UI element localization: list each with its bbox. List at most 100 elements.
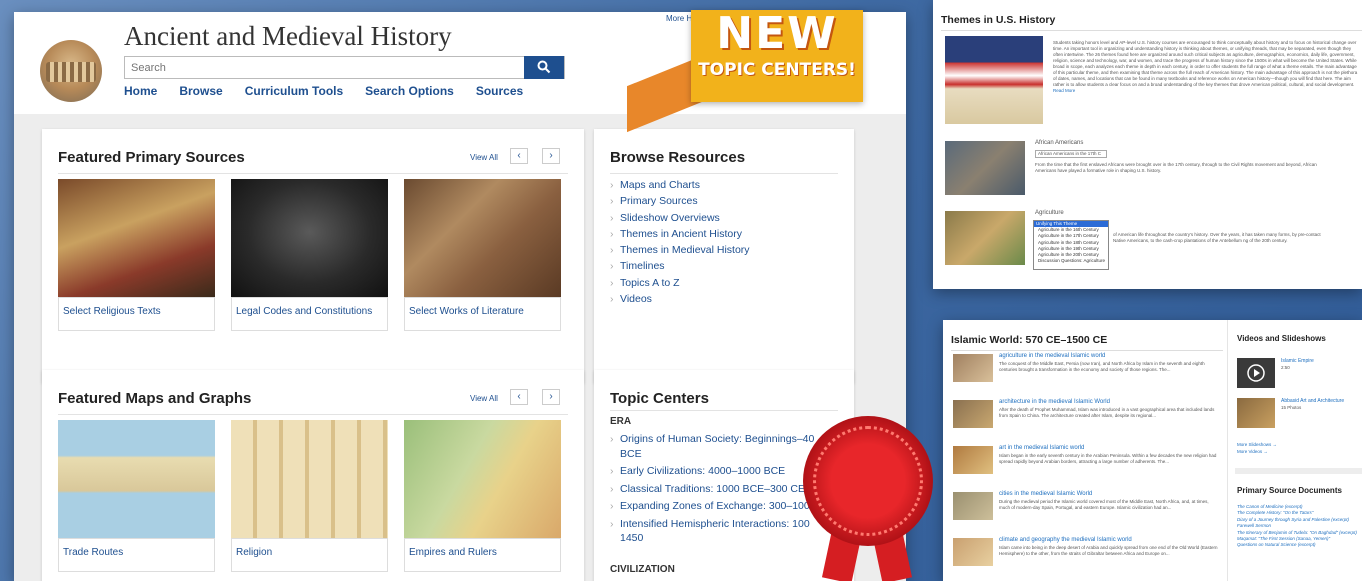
- entry-text: Islam came into being in the deep desert…: [999, 545, 1218, 556]
- nav-browse[interactable]: Browse: [179, 84, 222, 98]
- banner-line-2: TOPIC CENTERS!: [698, 60, 856, 80]
- banner-line-1: NEW: [716, 8, 838, 59]
- era-item[interactable]: Origins of Human Society: Beginnings–40 …: [610, 432, 830, 461]
- african-americans-title[interactable]: African Americans: [1035, 140, 1083, 146]
- legal-codes-link[interactable]: Legal Codes and Constitutions: [231, 297, 388, 331]
- card-title: Featured Primary Sources: [58, 149, 245, 166]
- entry-image: [953, 446, 993, 474]
- site-title: Ancient and Medieval History: [124, 21, 452, 51]
- psd-item[interactable]: Questions on Natural Science (excerpt): [1237, 542, 1362, 548]
- more-link[interactable]: More H: [666, 14, 692, 23]
- legal-codes-image[interactable]: [231, 179, 388, 297]
- view-all-link[interactable]: View All: [470, 153, 498, 162]
- browse-item[interactable]: Themes in Ancient History: [610, 228, 750, 244]
- browse-item[interactable]: Topics A to Z: [610, 277, 750, 293]
- era-item[interactable]: Early Civilizations: 4000–1000 BCE: [610, 464, 830, 479]
- nav-search-options[interactable]: Search Options: [365, 84, 454, 98]
- search-icon: [537, 60, 551, 74]
- browse-item[interactable]: Primary Sources: [610, 195, 750, 211]
- slideshow-link[interactable]: Abbasid Art and Architecture: [1281, 398, 1344, 404]
- next-arrow-icon[interactable]: ›: [542, 148, 560, 164]
- trade-routes-link[interactable]: Trade Routes: [58, 538, 215, 572]
- award-rosette-icon: [803, 416, 933, 546]
- works-of-literature-image[interactable]: [404, 179, 561, 297]
- prev-arrow-icon[interactable]: ‹: [510, 148, 528, 164]
- featured-primary-sources-card: Featured Primary Sources View All ‹ › Se…: [42, 129, 584, 383]
- card-title: Browse Resources: [610, 149, 746, 166]
- us-history-panel: Themes in U.S. History Students taking h…: [933, 0, 1362, 289]
- islamic-world-panel: Islamic World: 570 CE–1500 CE agricultur…: [943, 320, 1362, 581]
- video-thumbnail[interactable]: [1237, 358, 1275, 388]
- slideshow-thumbnail[interactable]: [1237, 398, 1275, 428]
- african-americans-select[interactable]: African Americans in the 17th C: [1035, 150, 1107, 158]
- prev-arrow-icon[interactable]: ‹: [510, 389, 528, 405]
- browse-item[interactable]: Maps and Charts: [610, 179, 750, 195]
- divider: [58, 173, 568, 174]
- select-religious-texts-link[interactable]: Select Religious Texts: [58, 297, 215, 331]
- entry-image: [953, 538, 993, 566]
- entry-text: The conquest of the Middle East, Persia …: [999, 361, 1205, 372]
- video-meta: 2:50: [1281, 365, 1290, 370]
- dropdown-option[interactable]: Agriculture in the 18th Century: [1034, 240, 1108, 246]
- panel-title: Themes in U.S. History: [941, 14, 1056, 26]
- civilization-heading: CIVILIZATION: [610, 564, 675, 575]
- video-link[interactable]: Islamic Empire: [1281, 358, 1314, 364]
- view-all-link[interactable]: View All: [470, 394, 498, 403]
- entry-link[interactable]: architecture in the medieval Islamic Wor…: [999, 399, 1110, 405]
- psd-title: Primary Source Documents: [1237, 486, 1342, 495]
- religious-texts-image[interactable]: [58, 179, 215, 297]
- browse-item[interactable]: Timelines: [610, 260, 750, 276]
- next-arrow-icon[interactable]: ›: [542, 389, 560, 405]
- divider: [610, 173, 838, 174]
- entry-link[interactable]: climate and geography the medieval Islam…: [999, 537, 1132, 543]
- browse-item[interactable]: Slideshow Overviews: [610, 212, 750, 228]
- browse-list: Maps and Charts Primary Sources Slidesho…: [610, 179, 750, 309]
- agriculture-dropdown[interactable]: Unifying This Theme Agriculture in the 1…: [1033, 220, 1109, 270]
- african-americans-image: [945, 141, 1025, 195]
- empires-and-rulers-link[interactable]: Empires and Rulers: [404, 538, 561, 572]
- era-list: Origins of Human Society: Beginnings–40 …: [610, 432, 830, 549]
- african-americans-text: From the time that the first enslaved Af…: [1035, 162, 1317, 173]
- nav-home[interactable]: Home: [124, 84, 157, 98]
- era-heading: ERA: [610, 416, 632, 427]
- entry-link[interactable]: agriculture in the medieval Islamic worl…: [999, 353, 1105, 359]
- new-topic-centers-banner: NEW TOPIC CENTERS!: [691, 10, 863, 102]
- entry-image: [953, 354, 993, 382]
- dropdown-option[interactable]: Agriculture in the 17th Century: [1034, 233, 1108, 239]
- trade-routes-map[interactable]: [58, 420, 215, 538]
- panel-title: Islamic World: 570 CE–1500 CE: [951, 334, 1108, 346]
- more-slideshows-link[interactable]: More Slideshows →: [1237, 442, 1277, 447]
- era-item[interactable]: Intensified Hemispheric Interactions: 10…: [610, 517, 830, 546]
- select-works-of-literature-link[interactable]: Select Works of Literature: [404, 297, 561, 331]
- religion-link[interactable]: Religion: [231, 538, 388, 572]
- read-more-link[interactable]: Read More: [1053, 88, 1075, 93]
- entry-image: [953, 400, 993, 428]
- column-divider: [1227, 320, 1228, 581]
- search-box: [124, 56, 565, 79]
- nav-sources[interactable]: Sources: [476, 84, 523, 98]
- empires-map[interactable]: [404, 420, 561, 538]
- browse-item[interactable]: Videos: [610, 293, 750, 309]
- nav-curriculum-tools[interactable]: Curriculum Tools: [245, 84, 343, 98]
- colosseum-logo[interactable]: [40, 40, 102, 102]
- entry-link[interactable]: art in the medieval Islamic world: [999, 445, 1084, 451]
- entry-link[interactable]: cities in the medieval Islamic World: [999, 491, 1092, 497]
- card-title: Featured Maps and Graphs: [58, 390, 252, 407]
- more-videos-link[interactable]: More Videos →: [1237, 449, 1268, 454]
- agriculture-text: of American life throughout the country'…: [1113, 232, 1321, 243]
- search-button[interactable]: [524, 56, 564, 79]
- psd-list: The Canon of Medicine (excerpt) The Comp…: [1237, 504, 1362, 549]
- dropdown-option[interactable]: Discussion Questions: Agriculture: [1034, 258, 1108, 264]
- agriculture-title[interactable]: Agriculture: [1035, 210, 1064, 216]
- agriculture-image: [945, 211, 1025, 265]
- search-input[interactable]: [125, 57, 520, 78]
- era-item[interactable]: Expanding Zones of Exchange: 300–100: [610, 499, 830, 514]
- entry-image: [953, 492, 993, 520]
- entry-text: After the death of Prophet Muhammad, Isl…: [999, 407, 1215, 418]
- religion-map[interactable]: [231, 420, 388, 538]
- divider: [1235, 468, 1362, 474]
- browse-resources-card: Browse Resources Maps and Charts Primary…: [594, 129, 854, 383]
- videos-title: Videos and Slideshows: [1237, 334, 1326, 343]
- browse-item[interactable]: Themes in Medieval History: [610, 244, 750, 260]
- era-item[interactable]: Classical Traditions: 1000 BCE–300 CE: [610, 482, 830, 497]
